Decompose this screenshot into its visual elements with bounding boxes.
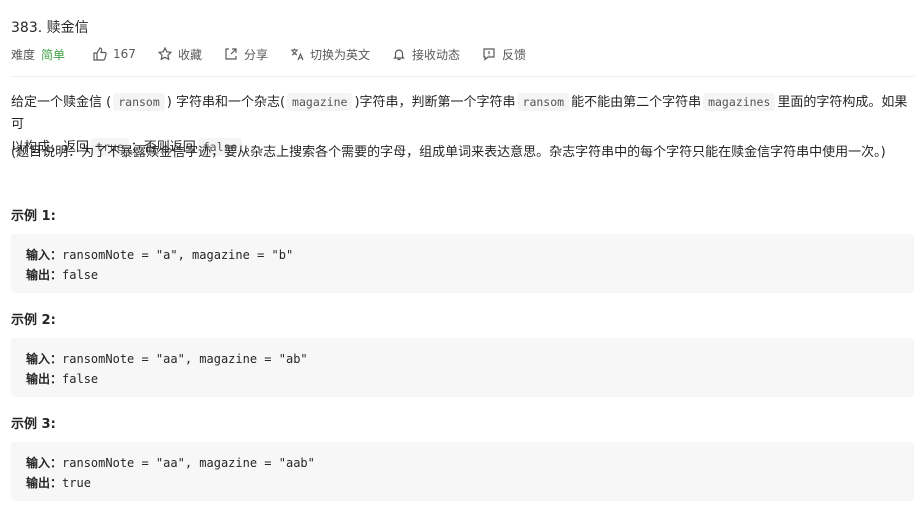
description-line-1: 给定一个赎金信 (ransom) 字符串和一个杂志(magazine)字符串，判… [11, 91, 911, 136]
bell-icon [392, 47, 406, 61]
example-input-line: 输入：ransomNote = "aa", magazine = "ab" [26, 350, 308, 367]
feedback-button[interactable]: 反馈 [482, 46, 526, 63]
example-input-line: 输入：ransomNote = "a", magazine = "b" [26, 246, 293, 263]
feedback-label: 反馈 [502, 47, 527, 62]
like-count: 167 [113, 47, 136, 61]
example-box: 输入：ransomNote = "aa", magazine = "aab" 输… [11, 442, 914, 501]
input-value: ransomNote = "aa", magazine = "ab" [62, 352, 308, 366]
output-value: false [62, 268, 99, 282]
share-button[interactable]: 分享 [224, 46, 268, 63]
feedback-icon [482, 47, 496, 61]
problem-title: 383. 赎金信 [11, 20, 89, 36]
input-value: ransomNote = "aa", magazine = "aab" [62, 456, 315, 470]
inline-code: magazines [703, 93, 776, 111]
input-label: 输入： [26, 456, 63, 470]
desc-text: )字符串，判断第一个字符串 [354, 95, 516, 110]
example-output-line: 输出：true [26, 474, 91, 491]
star-icon [157, 47, 172, 61]
favorite-button[interactable]: 收藏 [157, 46, 202, 63]
example-input-line: 输入：ransomNote = "aa", magazine = "aab" [26, 454, 315, 471]
example-output-line: 输出：false [26, 266, 98, 283]
output-label: 输出： [26, 476, 63, 490]
difficulty-badge: 简单 [41, 47, 66, 62]
output-label: 输出： [26, 268, 63, 282]
like-button[interactable]: 167 [93, 47, 136, 61]
input-label: 输入： [26, 248, 63, 262]
switch-language-label: 切换为英文 [309, 47, 370, 62]
desc-text: 给定一个赎金信 ( [11, 95, 112, 110]
example-heading: 示例 3: [11, 417, 56, 432]
output-value: true [62, 476, 91, 490]
thumbs-up-icon [93, 47, 107, 61]
inline-code: ransom [113, 93, 165, 111]
desc-text: 能不能由第二个字符串 [571, 95, 702, 110]
share-icon [224, 47, 238, 61]
output-label: 输出： [26, 372, 63, 386]
inline-code: ransom [517, 93, 570, 111]
difficulty-label: 难度 [11, 47, 36, 62]
favorite-label: 收藏 [177, 47, 202, 62]
example-output-line: 输出：false [26, 370, 98, 387]
output-value: false [62, 372, 99, 386]
problem-note: (题目说明：为了不暴露赎金信字迹，要从杂志上搜索各个需要的字母，组成单词来表达意… [11, 145, 886, 160]
notify-button[interactable]: 接收动态 [392, 46, 460, 63]
example-box: 输入：ransomNote = "aa", magazine = "ab" 输出… [11, 338, 914, 397]
input-label: 输入： [26, 352, 63, 366]
example-heading: 示例 2: [11, 313, 56, 328]
notify-label: 接收动态 [411, 47, 460, 62]
example-box: 输入：ransomNote = "a", magazine = "b" 输出：f… [11, 234, 914, 293]
example-heading: 示例 1: [11, 209, 56, 224]
input-value: ransomNote = "a", magazine = "b" [62, 248, 294, 262]
problem-meta-bar: 难度 简单 167 收藏 分享 切换为英文 接收动态 反馈 [11, 45, 548, 63]
translate-icon [290, 47, 304, 61]
switch-language-button[interactable]: 切换为英文 [290, 46, 370, 63]
share-label: 分享 [243, 47, 268, 62]
inline-code: magazine [287, 93, 353, 111]
desc-text: ) 字符串和一个杂志( [166, 95, 286, 110]
header-divider [11, 76, 914, 77]
